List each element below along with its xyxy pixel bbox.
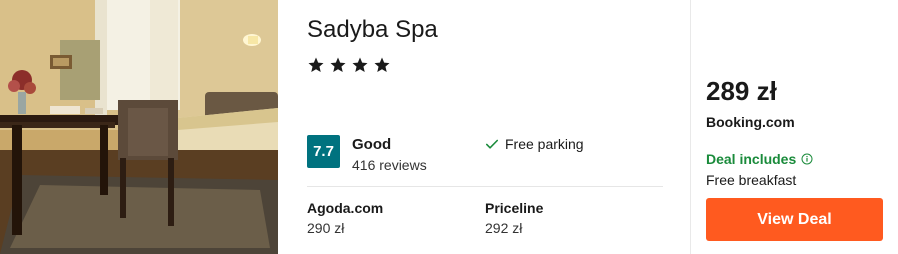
hotel-info: Sadyba Spa 7.7 Good 416 reviews Free par… — [307, 0, 663, 254]
view-deal-button[interactable]: View Deal — [706, 198, 883, 241]
deal-panel: 289 zł Booking.com Deal includes Free br… — [706, 0, 886, 254]
alt-price-priceline[interactable]: 292 zł — [485, 220, 522, 236]
alt-provider-priceline[interactable]: Priceline — [485, 200, 543, 216]
rating-score-badge[interactable]: 7.7 — [307, 135, 340, 168]
amenity-label: Free parking — [505, 136, 584, 152]
column-divider — [690, 0, 691, 254]
star-icon — [330, 57, 346, 72]
review-count-link[interactable]: 416 reviews — [352, 157, 427, 173]
deal-includes-label: Deal includes — [706, 151, 797, 167]
deal-includes[interactable]: Deal includes — [706, 151, 813, 167]
deal-provider: Booking.com — [706, 114, 795, 130]
star-rating — [307, 56, 391, 74]
alt-provider-agoda[interactable]: Agoda.com — [307, 200, 383, 216]
amenity-free-parking: Free parking — [485, 136, 584, 152]
star-icon — [352, 57, 368, 72]
hotel-result-card: Sadyba Spa 7.7 Good 416 reviews Free par… — [0, 0, 898, 254]
divider — [307, 186, 663, 187]
check-icon — [485, 139, 499, 149]
info-icon[interactable] — [801, 153, 813, 165]
rating-label: Good — [352, 136, 392, 153]
deal-included-item: Free breakfast — [706, 172, 797, 188]
alt-price-agoda[interactable]: 290 zł — [307, 220, 344, 236]
hotel-name[interactable]: Sadyba Spa — [307, 16, 438, 44]
hotel-photo[interactable] — [0, 0, 278, 254]
star-icon — [308, 57, 324, 72]
star-icon — [374, 57, 390, 72]
deal-price[interactable]: 289 zł — [706, 76, 777, 107]
